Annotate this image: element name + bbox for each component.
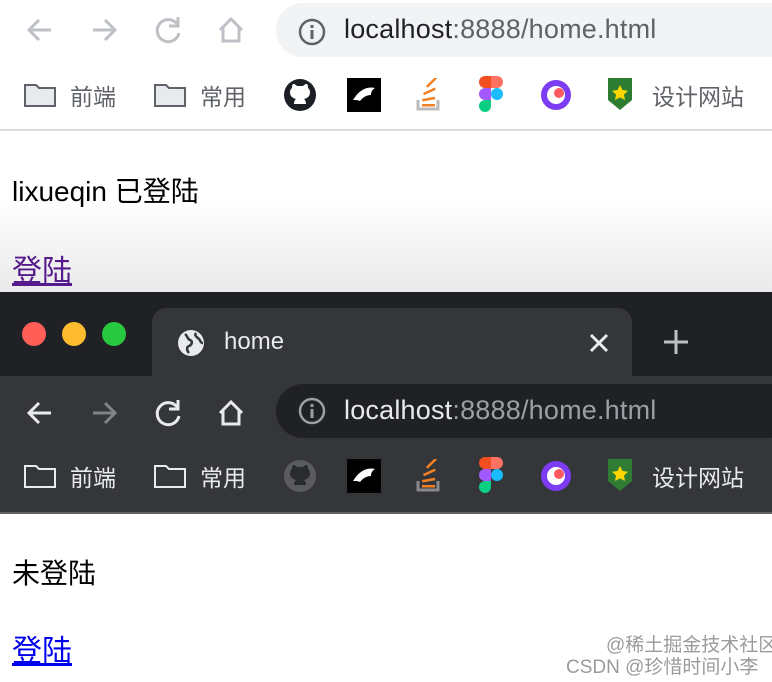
bookmark-design-sites[interactable]: 设计网站 — [652, 459, 744, 493]
bookmark-label: 设计网站 — [652, 84, 744, 110]
home-icon — [218, 399, 244, 426]
login-link[interactable]: 登陆 — [12, 246, 72, 290]
login-status-text: lixueqin 已登陆 — [12, 176, 199, 207]
minimize-window-button[interactable] — [62, 322, 86, 346]
folder-icon — [24, 465, 56, 488]
round-app-icon[interactable] — [539, 78, 573, 112]
round-app-icon[interactable] — [539, 459, 573, 493]
eagle-icon[interactable] — [347, 78, 381, 112]
shield-star-icon[interactable] — [606, 457, 634, 493]
close-window-button[interactable] — [22, 322, 46, 346]
address-url[interactable]: localhost:8888/home.html — [344, 395, 657, 426]
light-browser-window: localhost:8888/home.html 前端 常用 设计网站 lixu… — [0, 0, 772, 292]
bookmark-label: 常用 — [200, 465, 246, 491]
forward-button[interactable] — [86, 395, 122, 431]
reload-button[interactable] — [150, 395, 186, 431]
watermark-line-2: CSDN @珍惜时间小李 — [566, 657, 759, 678]
folder-icon — [154, 465, 186, 488]
github-icon[interactable] — [283, 459, 317, 493]
home-button[interactable] — [213, 395, 249, 431]
bookmark-folder-frontend[interactable]: 前端 — [24, 78, 116, 112]
bookmark-label: 前端 — [70, 465, 116, 491]
info-icon[interactable] — [297, 17, 327, 47]
reload-icon — [155, 400, 181, 427]
address-url[interactable]: localhost:8888/home.html — [344, 14, 657, 45]
bookmark-folder-frontend[interactable]: 前端 — [24, 459, 116, 493]
bookmark-label: 前端 — [70, 84, 116, 110]
login-link[interactable]: 登陆 — [12, 626, 72, 670]
home-icon — [218, 16, 244, 43]
bookmark-folder-common[interactable]: 常用 — [154, 78, 246, 112]
bookmark-folder-common[interactable]: 常用 — [154, 459, 246, 493]
window-shadow — [0, 200, 772, 292]
bookmark-label: 常用 — [200, 84, 246, 110]
folder-icon — [24, 84, 56, 107]
back-button[interactable] — [22, 395, 58, 431]
tab-home[interactable]: home — [152, 308, 632, 376]
back-button[interactable] — [22, 12, 58, 48]
url-host: localhost — [344, 14, 453, 44]
stackoverflow-icon[interactable] — [414, 459, 444, 493]
close-tab-icon[interactable] — [588, 332, 610, 354]
url-host: localhost — [344, 395, 453, 425]
figma-icon[interactable] — [479, 457, 503, 493]
reload-button[interactable] — [150, 12, 186, 48]
back-arrow-icon — [26, 401, 51, 425]
url-path: :8888/home.html — [452, 395, 657, 425]
toolbar-divider — [0, 129, 772, 131]
github-icon[interactable] — [283, 78, 317, 112]
info-icon[interactable] — [297, 396, 327, 426]
eagle-icon[interactable] — [347, 459, 381, 493]
shield-star-icon[interactable] — [606, 76, 634, 112]
bookmark-design-sites[interactable]: 设计网站 — [652, 78, 744, 112]
figma-icon[interactable] — [479, 76, 503, 112]
folder-icon — [154, 84, 186, 107]
reload-icon — [155, 17, 181, 44]
forward-arrow-icon — [93, 401, 118, 425]
toolbar-divider — [0, 512, 772, 514]
dark-browser-window: home localhost:8888/home.html 前端 常用 设计网站… — [0, 292, 772, 682]
zoom-window-button[interactable] — [102, 322, 126, 346]
home-button[interactable] — [213, 12, 249, 48]
tab-title: home — [224, 328, 285, 355]
login-status-text: 未登陆 — [12, 558, 97, 589]
forward-arrow-icon — [93, 18, 118, 42]
forward-button[interactable] — [86, 12, 122, 48]
url-path: :8888/home.html — [452, 14, 657, 44]
back-arrow-icon — [26, 18, 51, 42]
new-tab-icon[interactable] — [662, 328, 690, 356]
globe-icon — [178, 330, 204, 356]
stackoverflow-icon[interactable] — [414, 78, 444, 112]
bookmark-label: 设计网站 — [652, 465, 744, 491]
